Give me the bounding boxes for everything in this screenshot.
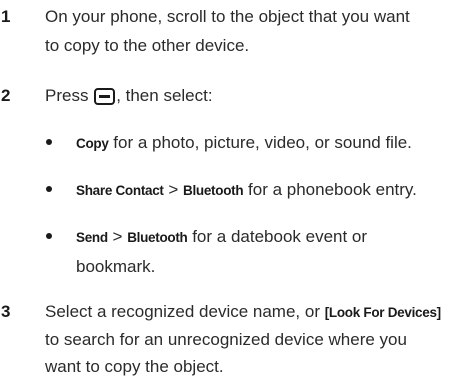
menu-option-share-contact: Share Contact bbox=[76, 183, 164, 198]
step-text-part: , then select: bbox=[116, 86, 213, 105]
bullet-text: Send > Bluetooth for a datebook event or… bbox=[76, 224, 463, 279]
step-line: want to copy the object. bbox=[45, 357, 224, 376]
menu-option-copy: Copy bbox=[76, 136, 109, 151]
bullet-dot bbox=[46, 139, 52, 145]
step-number: 2 bbox=[1, 86, 11, 105]
step-number: 1 bbox=[1, 7, 11, 26]
step-text: Press , then select: bbox=[45, 83, 463, 108]
step-text-part: Press bbox=[45, 86, 94, 105]
step-line: to search for an unrecognized device whe… bbox=[45, 330, 407, 349]
menu-option-look-for-devices: [Look For Devices] bbox=[324, 305, 441, 320]
step-line: On your phone, scroll to the object that… bbox=[45, 7, 410, 26]
menu-option-bluetooth: Bluetooth bbox=[127, 230, 188, 245]
bullet-text: Share Contact > Bluetooth for a phoneboo… bbox=[76, 177, 463, 203]
bullet-desc: for a datebook event or bbox=[187, 227, 368, 246]
bullet-dot bbox=[46, 233, 52, 239]
menu-option-send: Send bbox=[76, 230, 108, 245]
bullet-desc: for a photo, picture, video, or sound fi… bbox=[108, 133, 412, 152]
step-text: On your phone, scroll to the object that… bbox=[45, 4, 463, 58]
menu-key-icon bbox=[94, 88, 116, 105]
menu-option-bluetooth: Bluetooth bbox=[183, 183, 244, 198]
step-text-part: Select a recognized device name, or bbox=[45, 302, 325, 321]
instructions-page: 1 On your phone, scroll to the object th… bbox=[0, 0, 463, 381]
step-number: 3 bbox=[1, 302, 11, 321]
step-text: Select a recognized device name, or [Loo… bbox=[45, 299, 463, 379]
bullet-continuation: bookmark. bbox=[76, 257, 156, 276]
step-line: to copy to the other device. bbox=[45, 36, 250, 55]
bullet-desc: for a phonebook entry. bbox=[243, 180, 417, 199]
bullet-dot bbox=[46, 186, 52, 192]
bullet-sep: > bbox=[163, 180, 183, 199]
bullet-sep: > bbox=[107, 227, 128, 246]
bullet-text: Copy for a photo, picture, video, or sou… bbox=[76, 130, 463, 156]
